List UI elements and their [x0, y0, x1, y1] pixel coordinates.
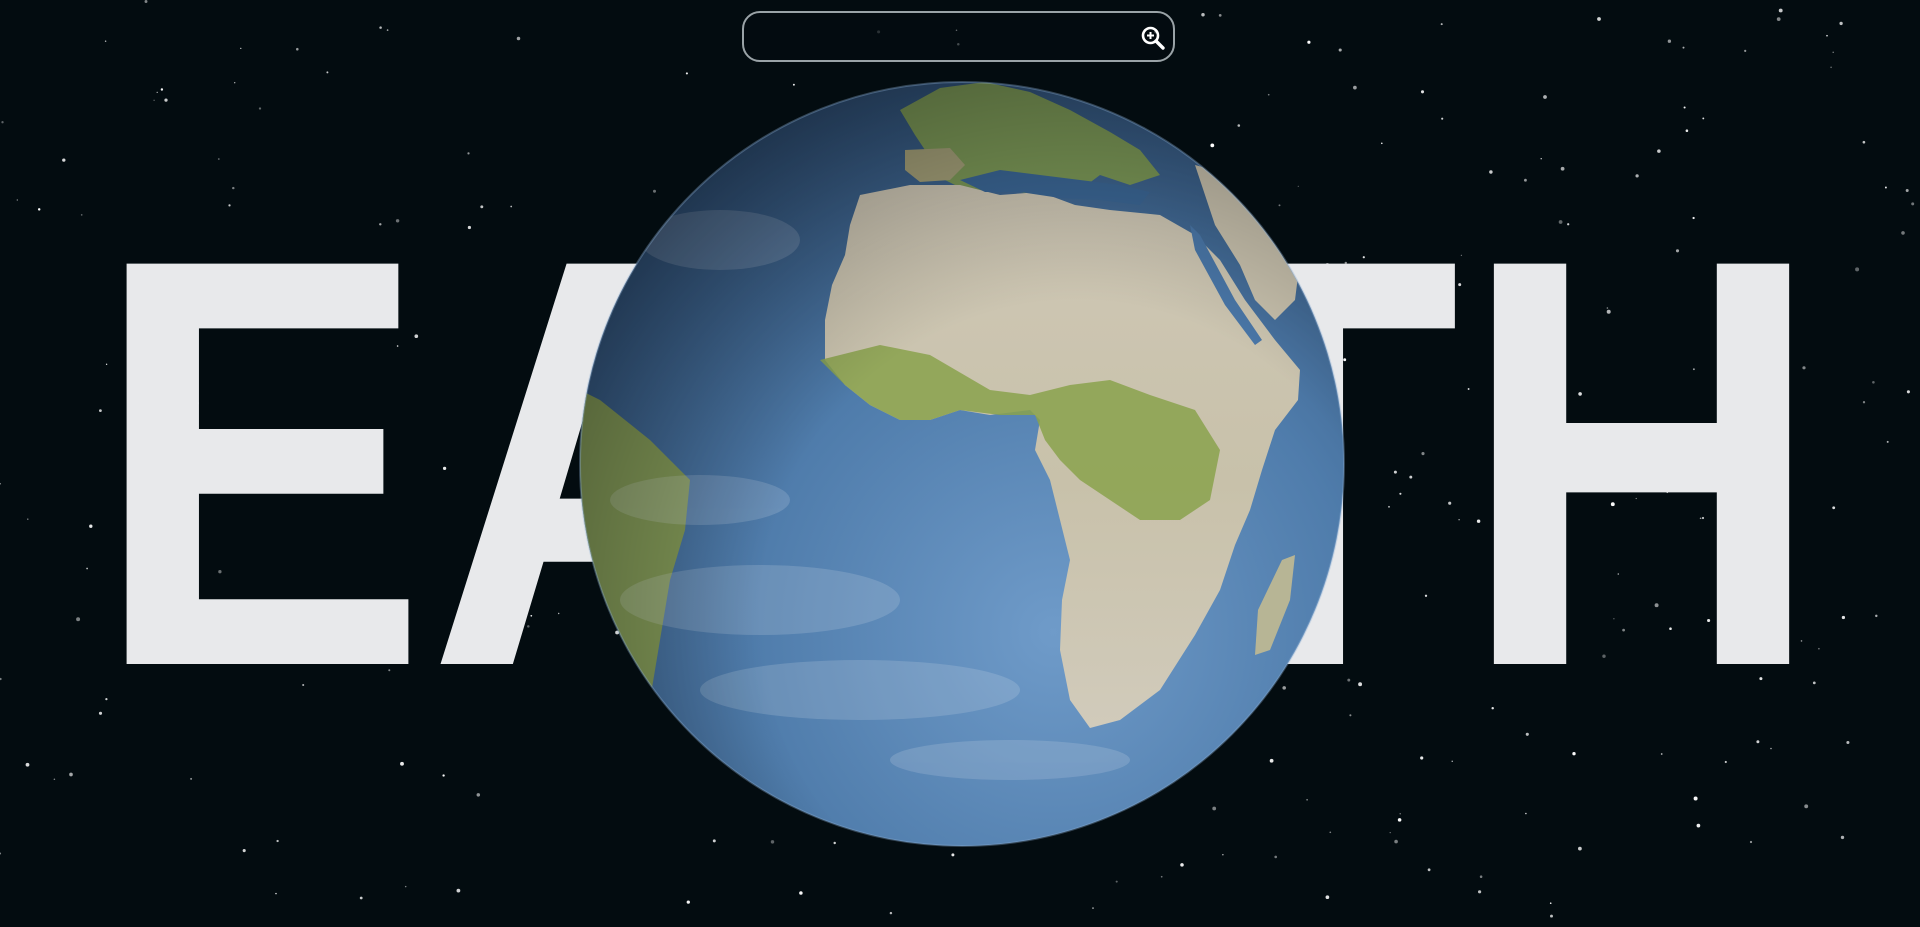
- earth-landing-view: EARTH: [0, 0, 1920, 927]
- zoom-search-button[interactable]: [1140, 25, 1166, 51]
- globe-shading: [580, 82, 1344, 846]
- search-input[interactable]: [756, 21, 1130, 54]
- zoom-in-magnifier-icon: [1141, 26, 1165, 50]
- search-bar: [742, 11, 1175, 62]
- earth-globe[interactable]: [0, 0, 1920, 927]
